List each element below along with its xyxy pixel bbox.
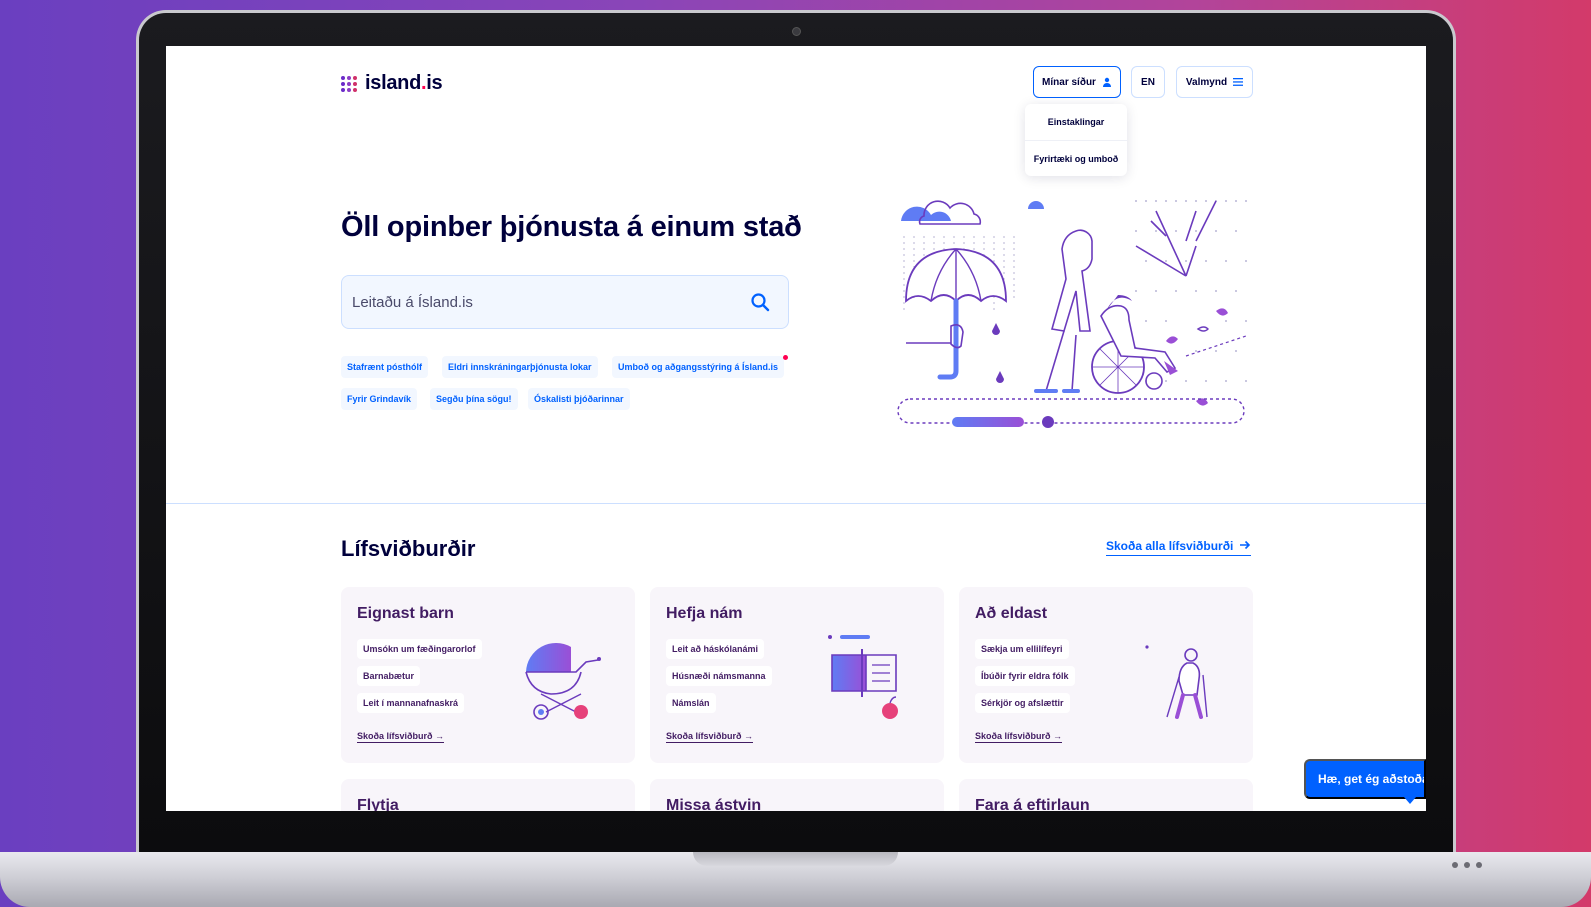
logo-mark-icon bbox=[341, 75, 357, 92]
my-pages-label: Mínar síður bbox=[1042, 76, 1096, 88]
menu-label: Valmynd bbox=[1185, 76, 1228, 88]
card-tag[interactable]: Leit í mannanafnaskrá bbox=[357, 693, 465, 713]
browser-screen: island.is Mínar síður EN Valmynd Einstak… bbox=[166, 46, 1426, 811]
card-tag[interactable]: Barnabætur bbox=[357, 666, 421, 686]
section-divider bbox=[166, 503, 1426, 504]
laptop-indicator-dots bbox=[1452, 862, 1482, 868]
chat-bubble-tail bbox=[1404, 797, 1416, 804]
see-all-label: Skoða alla lífsviðburði bbox=[1106, 539, 1234, 553]
chip-grindavik[interactable]: Fyrir Grindavík bbox=[341, 388, 418, 410]
search-input[interactable] bbox=[352, 276, 732, 328]
card-tag[interactable]: Námslán bbox=[666, 693, 716, 713]
life-event-card-study[interactable]: Hefja nám Leit að háskólanámi Húsnæði ná… bbox=[650, 587, 944, 763]
card-tag[interactable]: Íbúðir fyrir eldra fólk bbox=[975, 666, 1075, 686]
island-logo[interactable]: island.is bbox=[341, 72, 443, 95]
card-title: Hefja nám bbox=[666, 605, 743, 622]
life-events-title: Lífsviðburðir bbox=[341, 536, 476, 561]
book-icon bbox=[828, 635, 898, 719]
dropdown-item-individuals[interactable]: Einstaklingar bbox=[1025, 104, 1127, 140]
chip-old-login-closing[interactable]: Eldri innskráningarþjónusta lokar bbox=[442, 356, 598, 378]
laptop-notch bbox=[693, 852, 898, 866]
language-button[interactable]: EN bbox=[1131, 66, 1165, 98]
language-label: EN bbox=[1141, 76, 1155, 88]
dropdown-item-companies[interactable]: Fyrirtæki og umboð bbox=[1025, 140, 1127, 176]
card-link-label: Skoða lífsviðburð bbox=[975, 731, 1051, 741]
card-title: Eignast barn bbox=[357, 605, 454, 622]
my-pages-dropdown: Einstaklingar Fyrirtæki og umboð bbox=[1025, 104, 1127, 176]
my-pages-button[interactable]: Mínar síður bbox=[1033, 66, 1121, 98]
card-tag[interactable]: Umsókn um fæðingarorlof bbox=[357, 639, 482, 659]
card-title: Missa ástvin bbox=[666, 797, 762, 811]
hiker-icon bbox=[1145, 645, 1208, 719]
card-link-label: Skoða lífsviðburð bbox=[666, 731, 742, 741]
card-title: Flytja bbox=[357, 797, 399, 811]
notification-dot bbox=[783, 355, 788, 360]
chip-tell-your-story[interactable]: Segðu þína sögu! bbox=[430, 388, 518, 410]
page-title: Öll opinber þjónusta á einum stað bbox=[341, 211, 802, 243]
card-title: Að eldast bbox=[975, 605, 1048, 622]
chat-button[interactable]: Hæ, get ég aðstoðað? bbox=[1304, 759, 1426, 799]
life-event-card-move[interactable]: Flytja bbox=[341, 779, 635, 811]
chip-digital-mailbox[interactable]: Stafrænt pósthólf bbox=[341, 356, 428, 378]
card-tag[interactable]: Leit að háskólanámi bbox=[666, 639, 765, 659]
user-icon bbox=[1102, 77, 1111, 87]
life-event-card-loss[interactable]: Missa ástvin bbox=[650, 779, 944, 811]
menu-button[interactable]: Valmynd bbox=[1176, 66, 1253, 98]
card-title: Fara á eftirlaun bbox=[975, 797, 1090, 811]
card-link[interactable]: Skoða lífsviðburð → bbox=[666, 731, 754, 743]
hero-illustration bbox=[897, 200, 1247, 428]
life-event-card-retire[interactable]: Fara á eftirlaun bbox=[959, 779, 1253, 811]
search-box bbox=[341, 275, 789, 329]
card-link[interactable]: Skoða lífsviðburð → bbox=[975, 731, 1063, 743]
chip-nation-wishlist[interactable]: Óskalisti þjóðarinnar bbox=[528, 388, 630, 410]
search-icon[interactable] bbox=[750, 292, 770, 312]
life-event-card-child[interactable]: Eignast barn Umsókn um fæðingarorlof Bar… bbox=[341, 587, 635, 763]
card-link-label: Skoða lífsviðburð bbox=[357, 731, 433, 741]
logo-text: island.is bbox=[365, 72, 443, 94]
hamburger-icon bbox=[1233, 78, 1244, 86]
card-tag[interactable]: Húsnæði námsmanna bbox=[666, 666, 772, 686]
card-link[interactable]: Skoða lífsviðburð → bbox=[357, 731, 445, 743]
camera-icon bbox=[792, 27, 801, 36]
card-tag[interactable]: Sérkjör og afslættir bbox=[975, 693, 1070, 713]
life-event-card-aging[interactable]: Að eldast Sækja um ellilífeyri Íbúðir fy… bbox=[959, 587, 1253, 763]
arrow-right-icon bbox=[1240, 540, 1251, 550]
chip-delegation-access[interactable]: Umboð og aðgangsstýring á Ísland.is bbox=[612, 356, 785, 378]
stroller-icon bbox=[525, 642, 601, 720]
see-all-life-events-link[interactable]: Skoða alla lífsviðburði bbox=[1106, 539, 1252, 556]
card-tag[interactable]: Sækja um ellilífeyri bbox=[975, 639, 1069, 659]
